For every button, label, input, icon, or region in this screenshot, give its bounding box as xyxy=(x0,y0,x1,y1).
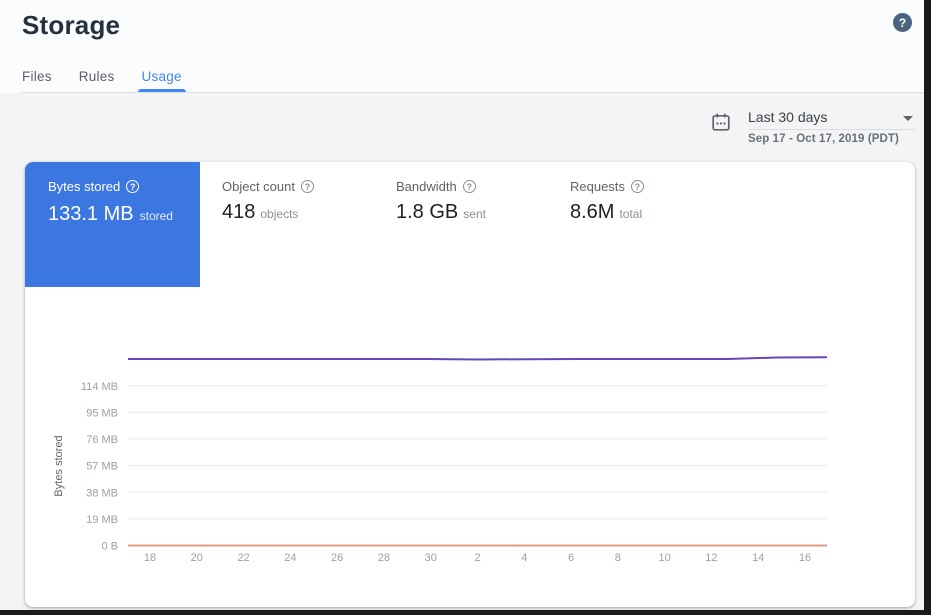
x-tick-label: 14 xyxy=(752,552,764,564)
y-tick-label: 0 B xyxy=(101,541,118,553)
x-tick-label: 6 xyxy=(568,552,574,564)
tab-bar-divider xyxy=(21,92,924,93)
x-tick-label: 16 xyxy=(799,552,811,564)
metric-tab-bytes-stored[interactable]: Bytes stored ? 133.1 MB stored xyxy=(25,162,200,287)
metric-unit: sent xyxy=(463,207,486,221)
metric-value: 133.1 MB xyxy=(48,203,134,226)
tab-rules[interactable]: Rules xyxy=(79,60,115,92)
x-tick-label: 26 xyxy=(331,552,343,564)
metric-value: 418 xyxy=(222,201,255,224)
date-range-underline xyxy=(748,129,915,130)
date-range-detail: Sep 17 - Oct 17, 2019 (PDT) xyxy=(748,133,899,145)
y-tick-label: 95 MB xyxy=(86,407,118,419)
y-axis-title: Bytes stored xyxy=(53,435,65,496)
x-tick-label: 2 xyxy=(474,552,480,564)
usage-line-chart: 114 MB95 MB76 MB57 MB38 MB19 MB0 B182022… xyxy=(30,330,920,580)
metric-label: Object count xyxy=(222,179,295,194)
window-frame-bottom xyxy=(0,610,931,615)
metric-help-icon[interactable]: ? xyxy=(126,180,139,193)
metric-label: Requests xyxy=(570,179,625,194)
y-tick-label: 57 MB xyxy=(86,461,118,473)
metric-unit: stored xyxy=(140,209,173,223)
page-title: Storage xyxy=(22,10,120,41)
question-mark-icon: ? xyxy=(899,16,906,30)
tab-bar: Files Rules Usage xyxy=(22,60,182,92)
y-tick-label: 76 MB xyxy=(86,434,118,446)
metrics-row: Object count? 418 objects Bandwidth? 1.8 GB s… xyxy=(222,179,744,224)
metric-value: 1.8 GB xyxy=(396,201,458,224)
metric-value: 8.6M xyxy=(570,201,614,224)
storage-usage-page: Storage ? Files Rules Usage Last 30 days S… xyxy=(0,0,931,615)
metric-help-icon[interactable]: ? xyxy=(463,180,476,193)
x-tick-label: 24 xyxy=(284,552,296,564)
tab-files[interactable]: Files xyxy=(22,60,52,92)
chevron-down-icon xyxy=(903,116,913,121)
metric-tab-requests[interactable]: Requests? 8.6M total xyxy=(570,179,744,224)
x-tick-label: 22 xyxy=(237,552,249,564)
y-tick-label: 114 MB xyxy=(81,381,118,393)
page-help-icon[interactable]: ? xyxy=(893,13,912,32)
x-tick-label: 10 xyxy=(659,552,671,564)
metric-help-icon[interactable]: ? xyxy=(631,180,644,193)
y-tick-label: 19 MB xyxy=(86,514,118,526)
bytes-stored-line xyxy=(128,357,827,359)
metric-tab-object-count[interactable]: Object count? 418 objects xyxy=(222,179,396,224)
date-range-picker[interactable]: Last 30 days Sep 17 - Oct 17, 2019 (PDT) xyxy=(711,108,917,150)
x-tick-label: 30 xyxy=(425,552,437,564)
x-tick-label: 28 xyxy=(378,552,390,564)
metric-tab-bandwidth[interactable]: Bandwidth? 1.8 GB sent xyxy=(396,179,570,224)
window-frame-right xyxy=(924,0,931,615)
metric-help-icon[interactable]: ? xyxy=(301,180,314,193)
tab-usage[interactable]: Usage xyxy=(142,60,182,92)
x-tick-label: 18 xyxy=(144,552,156,564)
metric-unit: objects xyxy=(260,207,298,221)
x-tick-label: 20 xyxy=(191,552,203,564)
calendar-icon xyxy=(711,112,731,132)
x-tick-label: 4 xyxy=(521,552,527,564)
x-tick-label: 8 xyxy=(615,552,621,564)
x-tick-label: 12 xyxy=(705,552,717,564)
metric-unit: total xyxy=(619,207,642,221)
y-tick-label: 38 MB xyxy=(86,487,118,499)
metric-label: Bandwidth xyxy=(396,179,457,194)
metric-label: Bytes stored xyxy=(48,179,120,194)
date-range-label: Last 30 days xyxy=(748,109,827,125)
